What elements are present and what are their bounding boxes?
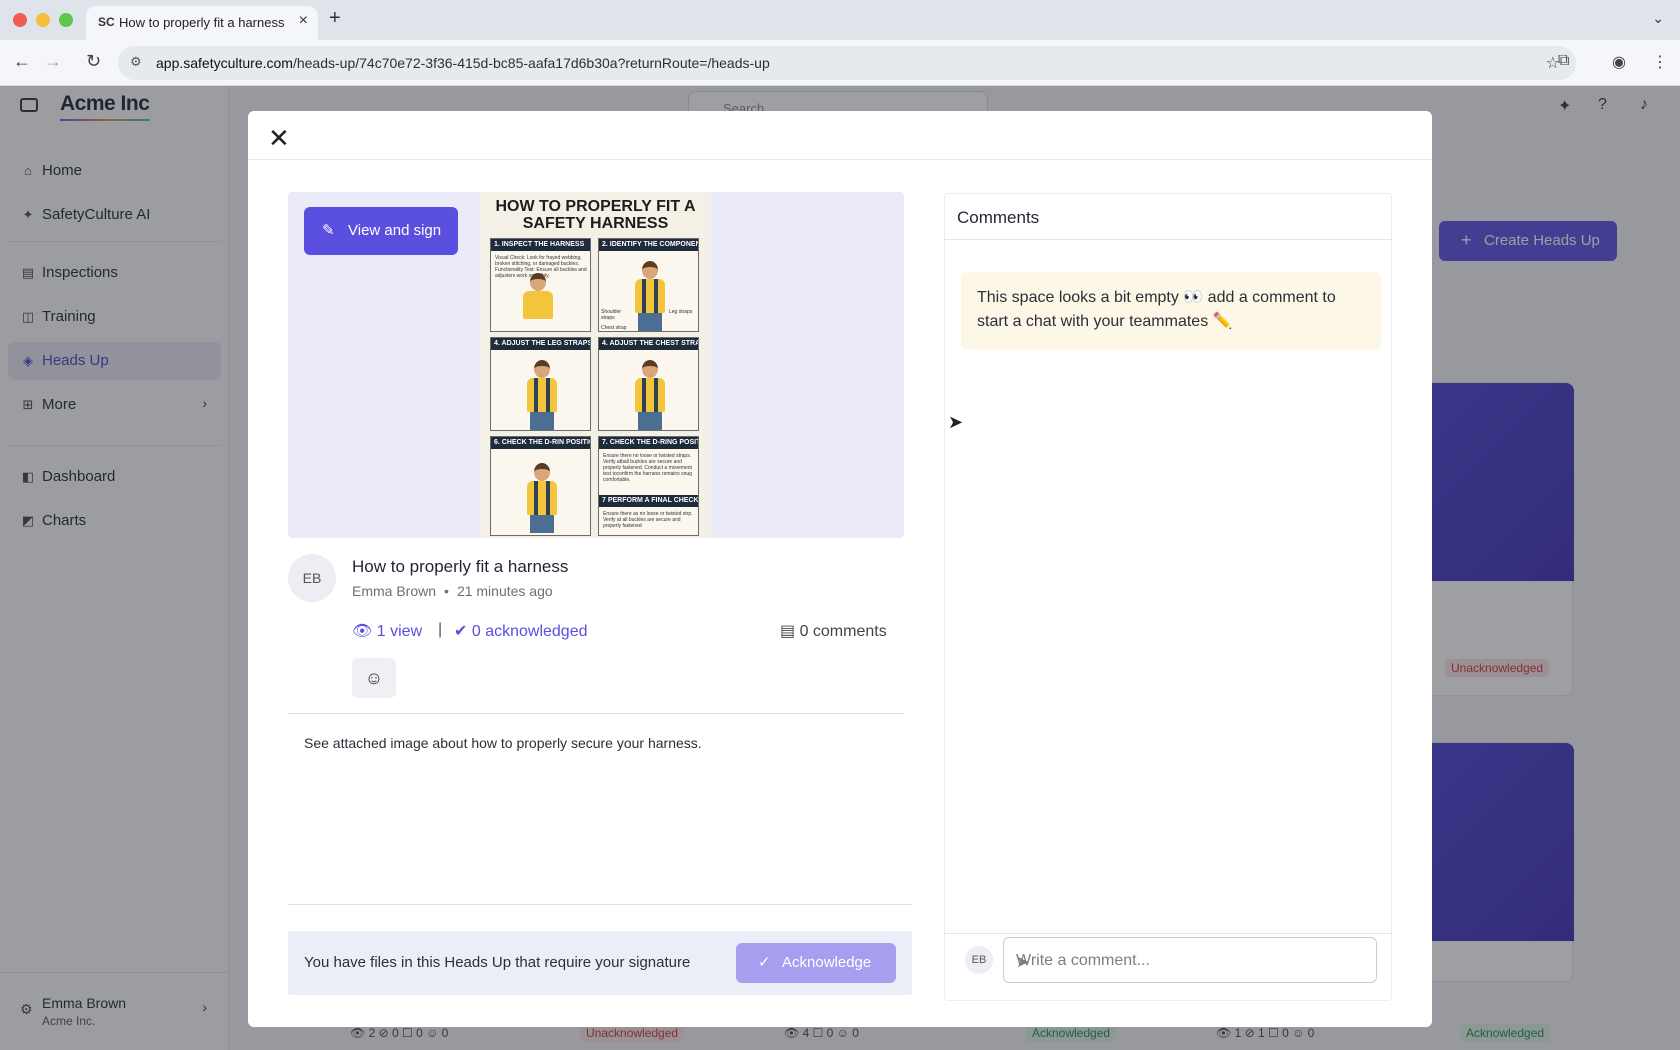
poster-panel-heading: 4. ADJUST THE CHEST STRAP: [599, 338, 698, 350]
view-and-sign-label: View and sign: [348, 222, 442, 239]
extensions-icon[interactable]: ⧉: [1558, 52, 1569, 70]
browser-tab[interactable]: SC How to properly fit a harness ×: [86, 6, 318, 40]
empty-comments-message: This space looks a bit empty 👀 add a com…: [961, 272, 1381, 350]
maximize-window-button[interactable]: [59, 13, 73, 27]
worker-figure: [633, 261, 667, 331]
mouse-cursor-icon: ➤: [948, 412, 964, 432]
tab-favicon-icon: SC: [98, 15, 115, 29]
views-label: 1 view: [376, 623, 423, 640]
poster-panel-text: Ensure there as no loose or twisted strp…: [603, 511, 693, 529]
signature-notice-text: You have files in this Heads Up that req…: [304, 954, 691, 971]
worker-figure: [633, 360, 667, 430]
profile-icon[interactable]: ◉: [1612, 52, 1626, 72]
tab-close-icon[interactable]: ×: [299, 12, 308, 30]
avatar: EB: [965, 946, 993, 974]
poster-panel: 4. ADJUST THE LEG STRAPS: [490, 337, 591, 431]
views-link[interactable]: 👁 1 view: [352, 621, 422, 641]
modal-header-divider: [248, 159, 1432, 160]
worker-figure: [525, 463, 559, 533]
poster-panel: 6. CHECK THE D-RIN POSITION: [490, 436, 591, 536]
comments-title: Comments: [957, 208, 1040, 227]
signature-notice: You have files in this Heads Up that req…: [288, 931, 912, 995]
tab-title: How to properly fit a harness: [119, 15, 284, 30]
poster-panel-heading: 2. IDENTIFY THE COMPONENTS: [599, 239, 698, 251]
heads-up-modal: ✕ HOW TO PROPERLY FIT A SAFETY HARNESS 1…: [248, 111, 1432, 1027]
forward-arrow-icon[interactable]: →: [44, 51, 62, 72]
harness-poster-image: HOW TO PROPERLY FIT A SAFETY HARNESS 1. …: [480, 192, 711, 538]
author-name: Emma Brown: [352, 583, 437, 599]
back-arrow-icon[interactable]: ←: [13, 51, 31, 72]
worker-figure: [525, 360, 559, 430]
signature-pen-icon: ✎: [322, 222, 335, 239]
poster-panel-heading: 1. INSPECT THE HARNESS: [491, 239, 590, 251]
divider: [945, 239, 1391, 240]
avatar: EB: [288, 554, 336, 602]
close-window-button[interactable]: [13, 13, 27, 27]
address-bar[interactable]: ⚙ app.safetyculture.com/heads-up/74c70e7…: [118, 46, 1576, 80]
divider: [945, 933, 1391, 934]
acknowledged-link[interactable]: ✔ 0 acknowledged: [454, 621, 588, 641]
poster-label: Leg straps: [669, 309, 693, 315]
poster-panel-heading: 7. CHECK THE D-RING POSITION: [599, 437, 698, 449]
poster-panel: 7. CHECK THE D-RING POSITION Ensure ther…: [598, 436, 699, 536]
attachment-preview[interactable]: HOW TO PROPERLY FIT A SAFETY HARNESS 1. …: [288, 192, 904, 538]
check-circle-icon: ✔: [454, 623, 472, 640]
dot-separator: •: [444, 583, 449, 599]
comment-icon: ▤: [780, 623, 800, 640]
poster-panel: 4. ADJUST THE CHEST STRAP: [598, 337, 699, 431]
poster-title: HOW TO PROPERLY FIT A SAFETY HARNESS: [495, 198, 696, 232]
comments-panel: Comments This space looks a bit empty 👀 …: [944, 193, 1392, 1001]
close-icon[interactable]: ✕: [268, 123, 290, 154]
check-circle-icon: ✓: [758, 954, 771, 971]
poster-panel-heading: 4. ADJUST THE LEG STRAPS: [491, 338, 590, 350]
view-and-sign-button[interactable]: ✎ View and sign: [304, 207, 458, 255]
time-ago: 21 minutes ago: [456, 583, 553, 599]
site-settings-icon[interactable]: ⚙: [130, 54, 142, 70]
send-icon[interactable]: ➤: [1016, 952, 1366, 972]
heads-up-description: See attached image about how to properly…: [304, 735, 702, 751]
worker-figure: [521, 273, 555, 329]
tab-list-chevron-icon[interactable]: ⌄: [1652, 10, 1664, 27]
emoji-add-icon: ☺: [364, 668, 384, 688]
poster-panel: 1. INSPECT THE HARNESS Visual Check: Loo…: [490, 238, 591, 332]
new-tab-icon[interactable]: +: [329, 7, 341, 30]
stat-separator: |: [438, 621, 443, 638]
comments-count[interactable]: ▤ 0 comments: [780, 621, 887, 641]
poster-panel-text: Ensure there no loose or twisted straps.…: [603, 453, 692, 483]
browser-menu-icon[interactable]: ⋮: [1652, 52, 1668, 72]
browser-tab-bar: SC How to properly fit a harness × + ⌄: [0, 0, 1680, 40]
acknowledged-label: 0 acknowledged: [471, 623, 588, 640]
comments-count-label: 0 comments: [799, 623, 887, 640]
divider: [288, 904, 912, 905]
poster-label: Shoulder straps: [601, 309, 622, 321]
poster-label: Chest strap: [601, 325, 627, 331]
poster-panel-heading: 7 PERFORM A FINAL CHECK: [599, 495, 698, 507]
add-reaction-button[interactable]: ☺: [352, 658, 396, 698]
comment-input[interactable]: Write a comment... ➤: [1003, 937, 1377, 983]
browser-toolbar: ← → ↻ ⚙ app.safetyculture.com/heads-up/7…: [0, 40, 1680, 86]
eye-icon: 👁: [352, 623, 377, 640]
poster-panel: 2. IDENTIFY THE COMPONENTS Shoulder stra…: [598, 238, 699, 332]
divider: [288, 713, 904, 714]
acknowledge-button[interactable]: ✓ Acknowledge: [736, 943, 896, 983]
reload-icon[interactable]: ↻: [86, 51, 101, 72]
heads-up-title: How to properly fit a harness: [352, 557, 569, 576]
post-meta: Emma Brown • 21 minutes ago: [352, 583, 553, 599]
minimize-window-button[interactable]: [36, 13, 50, 27]
poster-panel-heading: 6. CHECK THE D-RIN POSITION: [491, 437, 590, 449]
acknowledge-label: Acknowledge: [782, 954, 872, 971]
url-text: app.safetyculture.com/heads-up/74c70e72-…: [156, 55, 770, 71]
